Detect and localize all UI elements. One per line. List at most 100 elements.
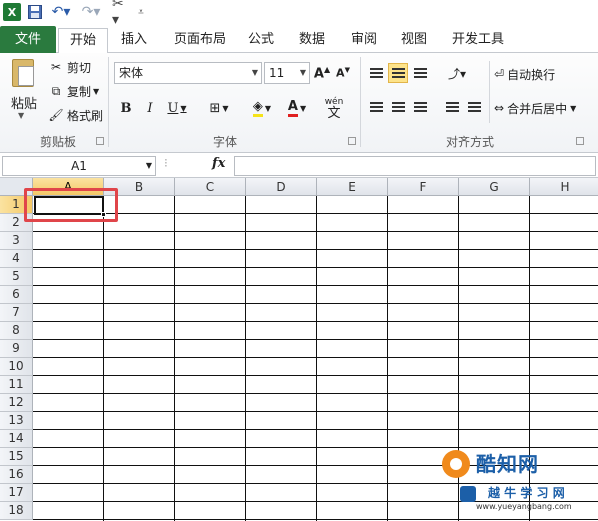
row-header-15[interactable]: 15 <box>0 448 33 466</box>
tools-button[interactable]: ✂▾ <box>112 0 130 28</box>
borders-button[interactable]: ⊞ ▼ <box>204 97 234 119</box>
column-header-d[interactable]: D <box>246 178 317 196</box>
row-header-14[interactable]: 14 <box>0 430 33 448</box>
border-icon: ⊞ <box>209 100 221 116</box>
row-header-4[interactable]: 4 <box>0 250 33 268</box>
align-left-button[interactable] <box>366 97 386 117</box>
align-top-button[interactable] <box>366 63 386 83</box>
row-header-8[interactable]: 8 <box>0 322 33 340</box>
tab-view[interactable]: 视图 <box>396 28 432 52</box>
row-header-12[interactable]: 12 <box>0 394 33 412</box>
align-right-button[interactable] <box>410 97 430 117</box>
increase-indent-icon <box>467 102 481 112</box>
tab-developer[interactable]: 开发工具 <box>446 28 510 52</box>
row-header-6[interactable]: 6 <box>0 286 33 304</box>
cut-button[interactable]: ✂ 剪切 <box>48 57 91 77</box>
column-header-h[interactable]: H <box>530 178 598 196</box>
watermark: 酷知网 越 牛 学 习 网 www.yueyangbang.com <box>430 442 598 521</box>
tab-home[interactable]: 开始 <box>58 28 108 54</box>
tab-insert[interactable]: 插入 <box>112 28 156 52</box>
tab-formulas[interactable]: 公式 <box>242 28 280 52</box>
formula-buttons: ⁝ fx <box>162 156 232 176</box>
orientation-icon: ⤴▾ <box>447 66 467 81</box>
cut-label: 剪切 <box>67 60 92 75</box>
paste-icon <box>12 59 34 87</box>
tab-data[interactable]: 数据 <box>292 28 332 52</box>
increase-indent-button[interactable] <box>464 97 484 117</box>
merge-center-button[interactable]: ⇔ 合并后居中 ▼ <box>494 97 594 119</box>
chevron-down-icon: ▼ <box>145 161 152 170</box>
grow-font-button[interactable]: A▲ <box>313 62 331 84</box>
column-header-e[interactable]: E <box>317 178 388 196</box>
group-divider <box>489 61 490 123</box>
font-name-select[interactable]: 宋体 ▼ <box>114 62 262 84</box>
customize-qat-button[interactable]: ⩡ <box>135 3 147 21</box>
insert-function-button[interactable]: fx <box>212 156 225 171</box>
formula-input[interactable] <box>234 156 596 176</box>
brush-icon: 🖌 <box>48 108 64 122</box>
name-box[interactable]: A1 ▼ <box>2 156 156 176</box>
tab-review[interactable]: 审阅 <box>344 28 384 52</box>
orientation-button[interactable]: ⤴▾ <box>442 63 472 83</box>
paste-button[interactable]: 粘贴 ▼ <box>4 55 44 127</box>
row-header-11[interactable]: 11 <box>0 376 33 394</box>
row-header-13[interactable]: 13 <box>0 412 33 430</box>
row-header-18[interactable]: 18 <box>0 502 33 520</box>
align-middle-button[interactable] <box>388 63 408 83</box>
row-header-10[interactable]: 10 <box>0 358 33 376</box>
align-center-button[interactable] <box>388 97 408 117</box>
underline-button[interactable]: U ▼ <box>163 97 191 119</box>
font-color-button[interactable]: A ▼ <box>282 97 312 119</box>
ribbon-tabs: 文件 开始 插入 页面布局 公式 数据 审阅 视图 开发工具 <box>0 24 598 54</box>
shrink-font-button[interactable]: A▼ <box>334 62 352 84</box>
alignment-launcher-icon[interactable] <box>576 137 584 145</box>
font-size-select[interactable]: 11 ▼ <box>264 62 310 84</box>
decrease-indent-button[interactable] <box>442 97 462 117</box>
row-header-17[interactable]: 17 <box>0 484 33 502</box>
undo-button[interactable]: ↶▾ <box>49 3 73 21</box>
row-header-3[interactable]: 3 <box>0 232 33 250</box>
row-header-9[interactable]: 9 <box>0 340 33 358</box>
underline-icon: U <box>167 100 179 116</box>
tab-file[interactable]: 文件 <box>0 26 56 53</box>
group-label-alignment: 对齐方式 <box>445 135 494 149</box>
tab-page-layout[interactable]: 页面布局 <box>168 28 232 52</box>
excel-logo-icon[interactable]: X <box>3 3 21 21</box>
group-divider <box>108 57 109 147</box>
copy-button[interactable]: ⧉ 复制 ▼ <box>48 81 99 101</box>
clipboard-launcher-icon[interactable] <box>96 137 104 145</box>
group-divider <box>360 57 361 147</box>
chevron-down-icon: ▼ <box>299 68 306 77</box>
bold-button[interactable]: B <box>116 97 136 119</box>
wrap-text-button[interactable]: ⏎ 自动换行 <box>494 63 594 85</box>
chevron-down-icon: ▼ <box>264 103 272 113</box>
watermark-url: www.yueyangbang.com <box>476 502 572 511</box>
ribbon: 粘贴 ▼ ✂ 剪切 ⧉ 复制 ▼ 🖌 格式刷 剪贴板 宋体 ▼ 11 ▼ A▲ … <box>0 53 598 153</box>
align-bottom-button[interactable] <box>410 63 430 83</box>
column-header-f[interactable]: F <box>388 178 459 196</box>
save-button[interactable] <box>27 3 43 21</box>
align-top-icon <box>369 68 383 78</box>
phonetic-button[interactable]: wén 文 <box>320 93 348 123</box>
row-header-7[interactable]: 7 <box>0 304 33 322</box>
font-name-value: 宋体 <box>119 66 144 80</box>
format-painter-button[interactable]: 🖌 格式刷 <box>48 105 103 125</box>
fill-color-button[interactable]: ◈ ▼ <box>246 97 278 119</box>
quick-access-toolbar: X ↶▾ ↷▾ ✂▾ ⩡ <box>0 0 598 28</box>
separator-handle-icon[interactable]: ⁝ <box>164 156 168 170</box>
excel-logo-letter: X <box>7 5 17 19</box>
fill-bucket-icon: ◈ <box>252 99 263 117</box>
align-right-icon <box>413 102 427 112</box>
italic-button[interactable]: I <box>140 97 160 119</box>
column-header-g[interactable]: G <box>459 178 530 196</box>
row-header-5[interactable]: 5 <box>0 268 33 286</box>
redo-button[interactable]: ↷▾ <box>80 3 102 21</box>
paste-label: 粘贴 <box>10 97 37 112</box>
align-middle-icon <box>391 68 405 78</box>
font-launcher-icon[interactable] <box>348 137 356 145</box>
column-header-c[interactable]: C <box>175 178 246 196</box>
phonetic-icon: wén <box>324 96 344 107</box>
row-header-16[interactable]: 16 <box>0 466 33 484</box>
fx-icon: fx <box>212 156 226 171</box>
italic-icon: I <box>147 100 153 116</box>
